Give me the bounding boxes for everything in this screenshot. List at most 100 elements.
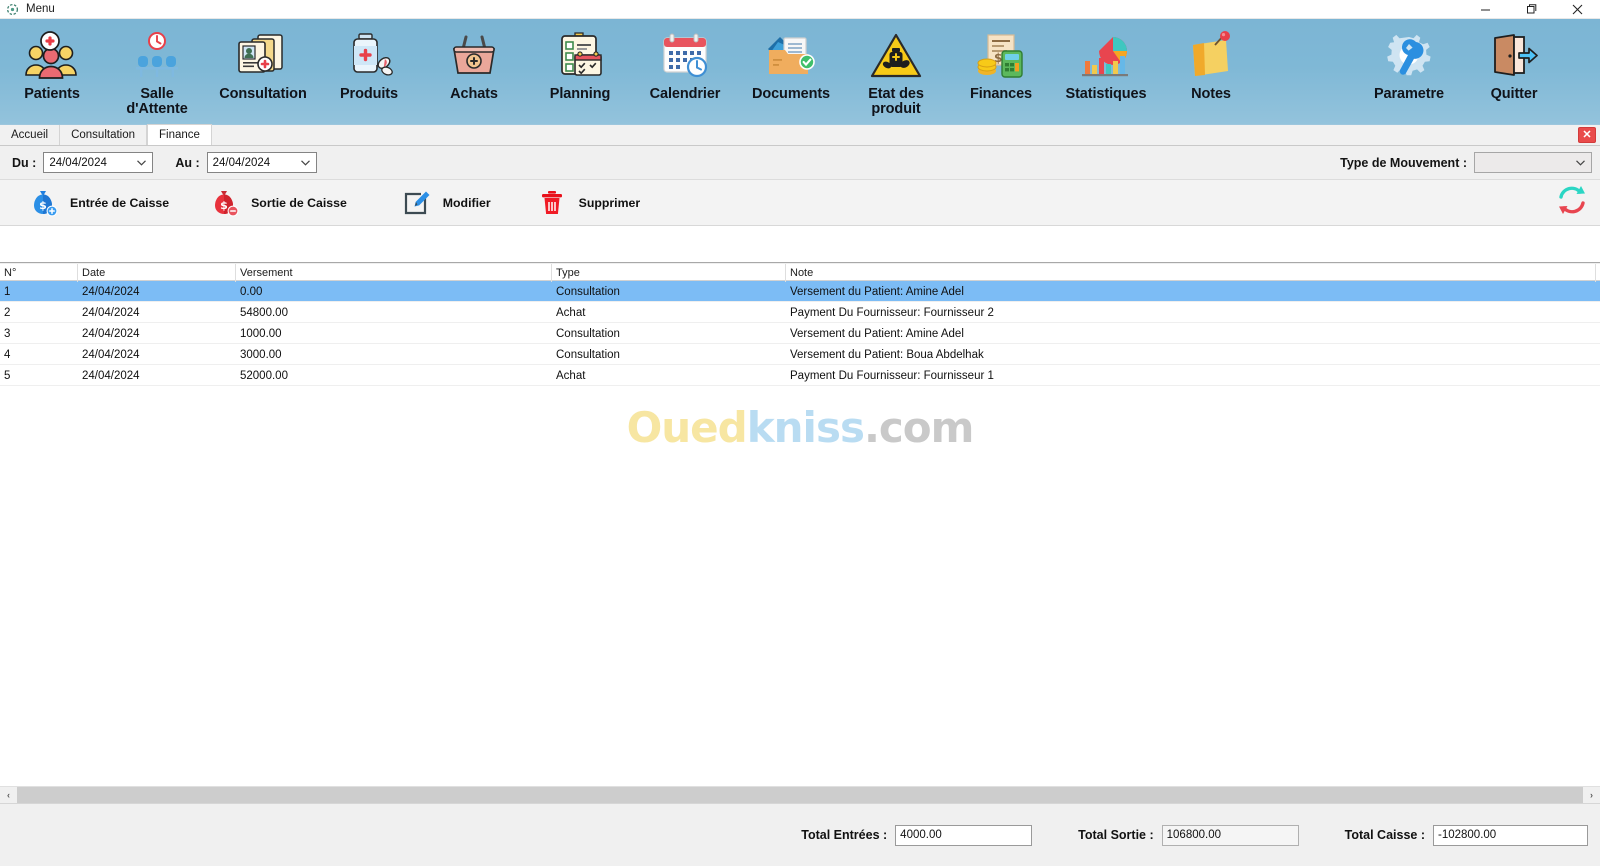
nav-label: Parametre	[1373, 86, 1445, 102]
close-button[interactable]	[1554, 0, 1600, 19]
cash-out-button[interactable]: $ Sortie de Caisse	[201, 183, 363, 223]
cell-n: 4	[4, 348, 11, 361]
table-row[interactable]: 2 24/04/2024 54800.00 Achat Payment Du F…	[0, 302, 1600, 323]
edit-button[interactable]: Modifier	[393, 183, 507, 223]
calendar-icon	[654, 25, 716, 83]
nav-item-product-status[interactable]: Etat des produit	[836, 25, 956, 117]
grid-header-row: N° Date Versement Type Note	[0, 263, 1600, 282]
nav-item-documents[interactable]: Documents	[731, 25, 851, 102]
cell-note: Payment Du Fournisseur: Fournisseur 1	[790, 369, 994, 382]
nav-item-notes[interactable]: Notes	[1151, 25, 1271, 102]
total-in-field[interactable]: 4000.00	[895, 824, 1033, 846]
nav-item-exit[interactable]: Quitter	[1454, 25, 1574, 102]
cell-n: 3	[4, 327, 11, 340]
svg-text:$: $	[220, 199, 228, 212]
cell-versement: 3000.00	[240, 348, 282, 361]
cell-type: Achat	[556, 306, 586, 319]
nav-label: Statistiques	[1065, 86, 1147, 102]
purchases-icon	[443, 25, 505, 83]
from-date-combo[interactable]: 24/04/2024	[43, 152, 154, 173]
table-row[interactable]: 1 24/04/2024 0.00 Consultation Versement…	[0, 281, 1600, 302]
refresh-icon	[1556, 185, 1588, 220]
total-out-field[interactable]: 106800.00	[1161, 824, 1299, 846]
planning-icon	[549, 25, 611, 83]
movement-type-label: Type de Mouvement :	[1340, 155, 1467, 170]
column-header-versement[interactable]: Versement	[236, 264, 552, 282]
table-row[interactable]: 3 24/04/2024 1000.00 Consultation Versem…	[0, 323, 1600, 344]
minimize-button[interactable]	[1462, 0, 1508, 19]
nav-item-purchases[interactable]: Achats	[414, 25, 534, 102]
column-header-type[interactable]: Type	[552, 264, 786, 282]
nav-item-planning[interactable]: Planning	[520, 25, 640, 102]
nav-item-settings[interactable]: Parametre	[1349, 25, 1469, 102]
horizontal-scrollbar[interactable]: ‹ ›	[0, 786, 1600, 804]
nav-item-calendar[interactable]: Calendrier	[625, 25, 745, 102]
close-tab-button[interactable]: ✕	[1578, 127, 1596, 143]
nav-label: Consultation	[219, 86, 307, 102]
cash-in-icon: $	[20, 185, 66, 221]
cell-note: Versement du Patient: Amine Adel	[790, 327, 964, 340]
nav-item-patients[interactable]: Patients	[0, 25, 112, 102]
nav-item-products[interactable]: Produits	[309, 25, 429, 102]
tab-accueil[interactable]: Accueil	[0, 125, 61, 145]
total-out-label: Total Sortie :	[1078, 828, 1154, 842]
cash-out-icon: $	[201, 185, 247, 221]
cash-in-label: Entrée de Caisse	[70, 195, 170, 210]
cash-out-label: Sortie de Caisse	[251, 195, 347, 210]
app-icon	[5, 2, 19, 16]
scroll-left-arrow-icon[interactable]: ‹	[0, 786, 17, 804]
tab-label: Finance	[159, 129, 200, 141]
main-navigation-ribbon: Patients Salle d'Attente Consultation Pr…	[0, 19, 1600, 125]
waiting-room-icon	[126, 25, 188, 83]
nav-label: Quitter	[1490, 86, 1538, 102]
nav-item-statistics[interactable]: Statistiques	[1046, 25, 1166, 102]
column-header-n[interactable]: N°	[0, 264, 78, 282]
nav-label: Calendrier	[649, 86, 721, 102]
close-icon: ✕	[1582, 128, 1592, 141]
from-date-value: 24/04/2024	[49, 156, 107, 169]
cell-date: 24/04/2024	[82, 327, 140, 340]
product-status-icon	[865, 25, 927, 83]
cell-note: Versement du Patient: Amine Adel	[790, 285, 964, 298]
delete-label: Supprimer	[578, 195, 641, 210]
nav-item-finances[interactable]: $ Finances	[941, 25, 1061, 102]
scrollbar-track[interactable]	[17, 786, 1583, 804]
tab-consultation[interactable]: Consultation	[60, 125, 148, 145]
total-cash-field[interactable]: -102800.00	[1433, 824, 1588, 846]
column-header-date[interactable]: Date	[78, 264, 236, 282]
nav-item-consultation[interactable]: Consultation	[203, 25, 323, 102]
nav-label: Patients	[24, 86, 80, 102]
date-filter-bar: Du : 24/04/2024 Au : 24/04/2024 Type de …	[0, 146, 1600, 180]
movement-type-combo[interactable]	[1474, 152, 1592, 173]
total-in-label: Total Entrées :	[801, 828, 888, 842]
table-row[interactable]: 5 24/04/2024 52000.00 Achat Payment Du F…	[0, 365, 1600, 386]
scroll-right-arrow-icon[interactable]: ›	[1583, 786, 1600, 804]
table-row[interactable]: 4 24/04/2024 3000.00 Consultation Versem…	[0, 344, 1600, 365]
total-cash-label: Total Caisse :	[1344, 828, 1425, 842]
nav-label: Etat des produit	[868, 86, 924, 118]
cell-versement: 52000.00	[240, 369, 288, 382]
nav-label: Planning	[549, 86, 611, 102]
products-icon	[338, 25, 400, 83]
to-date-combo[interactable]: 24/04/2024	[206, 152, 317, 173]
action-toolbar: $ Entrée de Caisse $ Sortie de Caisse Mo…	[0, 180, 1600, 226]
delete-button[interactable]: Supprimer	[529, 183, 657, 223]
tab-finance[interactable]: Finance	[147, 124, 212, 145]
nav-label: Finances	[969, 86, 1033, 102]
cell-type: Consultation	[556, 348, 620, 361]
nav-label: Achats	[450, 86, 498, 102]
cell-date: 24/04/2024	[82, 306, 140, 319]
finance-grid: N° Date Versement Type Note 1 24/04/2024…	[0, 262, 1600, 786]
restore-button[interactable]	[1508, 0, 1554, 19]
tab-label: Accueil	[11, 129, 49, 141]
window-title: Menu	[26, 3, 55, 15]
patients-icon	[21, 25, 83, 83]
cell-date: 24/04/2024	[82, 285, 140, 298]
cell-note: Versement du Patient: Boua Abdelhak	[790, 348, 984, 361]
consultation-icon	[232, 25, 294, 83]
cash-in-button[interactable]: $ Entrée de Caisse	[20, 183, 185, 223]
nav-label: Produits	[339, 86, 398, 102]
column-header-note[interactable]: Note	[786, 264, 1596, 282]
nav-item-waiting-room[interactable]: Salle d'Attente	[97, 25, 217, 117]
refresh-button[interactable]	[1552, 185, 1592, 221]
